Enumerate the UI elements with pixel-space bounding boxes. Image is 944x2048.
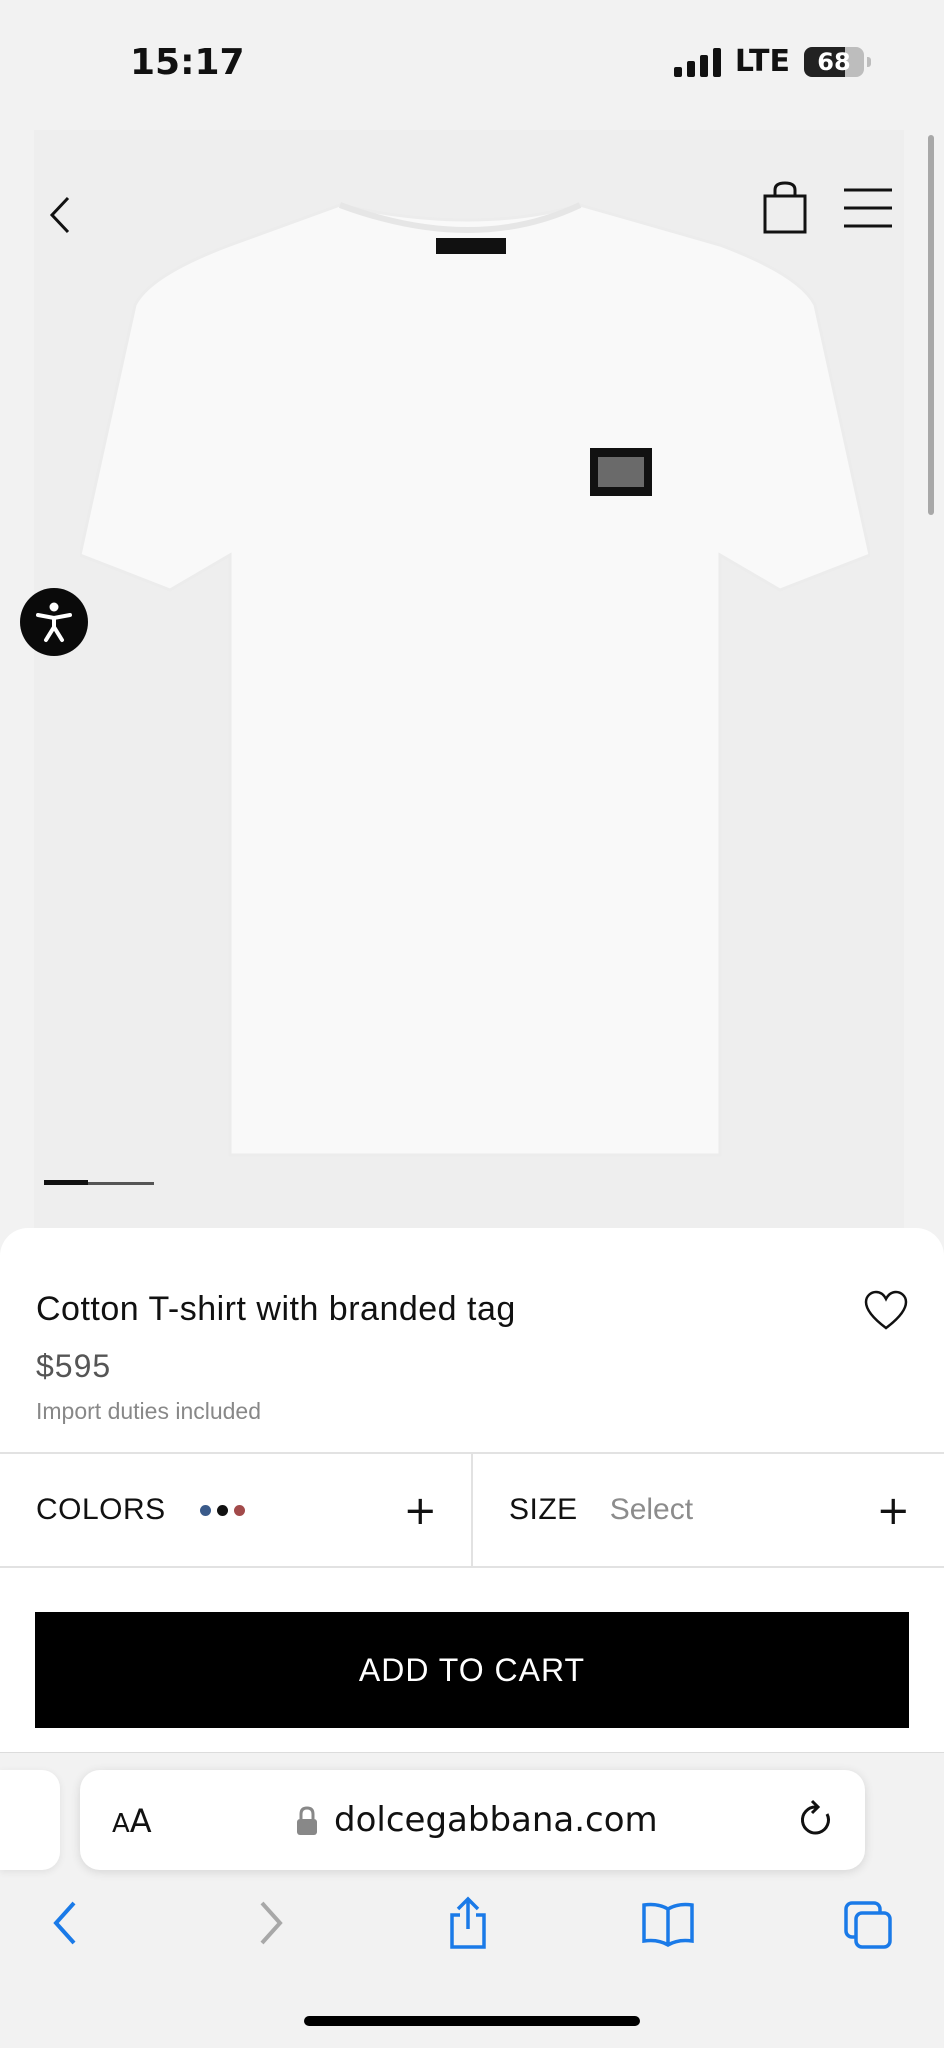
share-icon xyxy=(450,1896,486,1949)
tabs-button[interactable] xyxy=(842,1895,894,1951)
tag-plate xyxy=(598,457,644,487)
shopping-bag-icon xyxy=(763,181,807,234)
product-price: $595 xyxy=(36,1348,112,1384)
status-bar: 15:17 LTE 68 xyxy=(0,0,944,130)
signal-strength-icon xyxy=(673,47,721,77)
chevron-right-icon xyxy=(260,1901,283,1945)
heart-icon xyxy=(864,1290,908,1330)
colors-selector[interactable]: COLORS + xyxy=(0,1454,471,1566)
color-swatches xyxy=(199,1504,245,1516)
size-label: SIZE xyxy=(509,1493,578,1526)
book-icon xyxy=(642,1902,694,1948)
product-title: Cotton T-shirt with branded tag xyxy=(36,1290,516,1328)
status-indicators: LTE 68 xyxy=(673,44,871,79)
bookmarks-button[interactable] xyxy=(640,1895,696,1951)
accessibility-icon xyxy=(36,602,72,642)
network-type: LTE xyxy=(734,44,790,79)
lock-icon xyxy=(297,1806,317,1835)
color-swatch xyxy=(216,1504,228,1516)
previous-tab-preview[interactable] xyxy=(0,1770,60,1870)
wishlist-button[interactable] xyxy=(864,1290,908,1332)
hamburger-menu-icon xyxy=(844,188,892,228)
gallery-progress-indicator xyxy=(44,1180,88,1185)
neck-label xyxy=(436,238,506,254)
home-indicator[interactable] xyxy=(304,2016,640,2026)
battery-percentage: 68 xyxy=(817,47,851,76)
size-value: Select xyxy=(609,1493,694,1526)
url-text[interactable]: dolcegabbana.com xyxy=(334,1800,658,1840)
duties-note: Import duties included xyxy=(36,1398,262,1424)
shopping-bag-button[interactable] xyxy=(760,180,810,236)
expand-size-icon[interactable]: + xyxy=(876,1488,910,1534)
color-swatch xyxy=(233,1504,245,1516)
chevron-left-icon xyxy=(49,196,70,234)
color-swatch xyxy=(199,1504,211,1516)
text-size-button[interactable]: AA xyxy=(112,1802,152,1840)
tshirt-body xyxy=(80,203,870,1157)
text-size-small: A xyxy=(112,1809,130,1839)
accessibility-button[interactable] xyxy=(20,588,88,656)
chevron-left-icon xyxy=(53,1901,76,1945)
add-to-cart-button[interactable]: ADD TO CART xyxy=(35,1612,909,1728)
text-size-large: A xyxy=(129,1802,152,1840)
browser-back-button[interactable] xyxy=(50,1895,80,1951)
menu-button[interactable] xyxy=(842,184,894,232)
size-selector[interactable]: SIZE Select + xyxy=(471,1454,944,1566)
browser-forward-button[interactable] xyxy=(256,1895,286,1951)
battery-icon: 68 xyxy=(804,46,871,77)
product-options: COLORS + SIZE Select + xyxy=(0,1452,944,1568)
reload-icon[interactable] xyxy=(796,1798,836,1842)
back-button[interactable] xyxy=(40,190,80,240)
tabs-icon xyxy=(844,1901,892,1949)
scrollbar[interactable] xyxy=(928,135,934,515)
colors-label: COLORS xyxy=(36,1493,166,1526)
expand-colors-icon[interactable]: + xyxy=(403,1488,437,1534)
status-time: 15:17 xyxy=(130,42,245,83)
share-button[interactable] xyxy=(446,1895,490,1951)
product-image[interactable] xyxy=(80,195,870,1165)
